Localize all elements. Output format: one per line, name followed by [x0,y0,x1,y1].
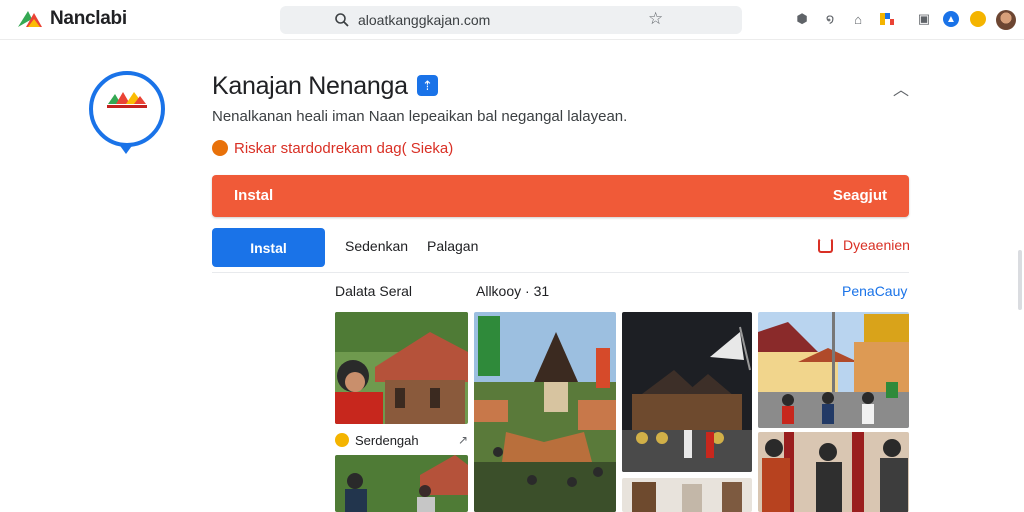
warning-icon [212,140,228,156]
app-description: Nenalkanan heali iman Naan lepeaikan bal… [212,108,628,125]
install-banner[interactable]: Instal Seagjut [212,175,909,217]
photo-caption[interactable]: Serdengah ↗ [335,430,468,450]
app-logo [89,71,165,154]
gallery-photo-2[interactable] [335,455,468,512]
browser-topbar: Nanclabi aloatkanggkajan.com ☆ ⬢ ໑ ⌂ ▣ ▲ [0,0,1024,40]
gallery-photo-3[interactable] [474,312,616,512]
caption-text: Serdengah [355,432,419,448]
brand[interactable]: Nanclabi [16,8,127,30]
gallery-photo-1[interactable] [335,312,468,424]
chevron-up-icon[interactable]: ︿ [893,76,909,100]
gallery-photo-7[interactable] [758,432,909,512]
notification-icon[interactable] [970,11,986,27]
media-icon[interactable]: ▣ [916,11,932,27]
location-icon [335,433,349,447]
divider [212,272,909,273]
gallery-photo-5[interactable] [622,478,752,512]
brand-name: Nanclabi [50,8,127,29]
warning-text: Riskar stardodrekam dag( Sieka) [234,139,454,157]
share-label: Dyeaenien [843,237,910,253]
banner-right-label[interactable]: Seagjut [833,187,887,204]
brand-logo-icon [18,11,42,27]
address-bar[interactable]: aloatkanggkajan.com ☆ [280,6,742,34]
avatar[interactable] [996,10,1016,30]
verified-icon: ⇡ [417,75,438,96]
tab-sedenkan[interactable]: Sedenkan [345,238,408,254]
install-button[interactable]: Instal [212,228,325,267]
gallery-title: Dalata Seral [335,283,413,299]
banner-left-label: Instal [234,187,274,204]
star-icon[interactable]: ☆ [648,9,663,29]
account-icon[interactable]: ▲ [943,11,959,27]
gallery-photo-6[interactable] [758,312,909,428]
share-icon [818,237,833,253]
gallery-photo-4[interactable] [622,312,752,472]
gallery-see-all-link[interactable]: PenaCauy [842,283,907,299]
warning-row: Riskar stardodrekam dag( Sieka) [212,138,453,158]
puzzle-icon[interactable]: ⌂ [850,11,866,27]
open-arrow-icon[interactable]: ↗ [458,433,468,447]
tab-palagan[interactable]: Palagan [427,238,478,254]
extension-icon[interactable]: ⬢ [794,11,810,27]
share-button[interactable]: Dyeaenien [818,237,910,253]
colors-icon[interactable] [879,11,895,27]
search-icon [335,13,349,27]
address-text[interactable]: aloatkanggkajan.com [358,12,490,28]
scrollbar[interactable] [1018,250,1022,310]
app-title: Kanajan Nenanga [212,72,408,100]
translate-icon[interactable]: ໑ [822,11,838,27]
gallery-count: Allkooy · 31 [476,283,550,299]
